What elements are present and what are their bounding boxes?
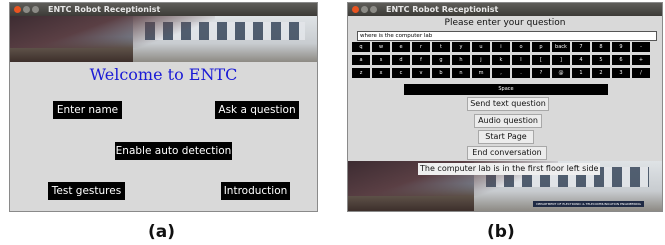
keyboard-key[interactable]: g [432, 55, 450, 65]
introduction-button[interactable]: Introduction [221, 182, 290, 200]
minimize-window-button[interactable] [23, 6, 30, 13]
caption-b: (b) [487, 222, 515, 242]
welcome-heading: Welcome to ENTC [89, 65, 238, 84]
keyboard-key[interactable]: 9 [612, 42, 630, 52]
question-input[interactable]: where is the computer lab [357, 31, 657, 41]
enter-name-button[interactable]: Enter name [53, 101, 122, 119]
keyboard-key[interactable]: r [412, 42, 430, 52]
keyboard-key[interactable]: d [392, 55, 410, 65]
enable-auto-detection-button[interactable]: Enable auto detection [115, 142, 232, 160]
keyboard-key[interactable]: l [512, 55, 530, 65]
maximize-window-button[interactable] [370, 6, 377, 13]
audio-question-button[interactable]: Audio question [474, 114, 542, 128]
end-conversation-button[interactable]: End conversation [467, 146, 547, 160]
close-window-button[interactable] [14, 6, 21, 13]
window-b: ENTC Robot Receptionist Please enter you… [347, 2, 663, 212]
maximize-window-button[interactable] [32, 6, 39, 13]
on-screen-keyboard: q w e r t y u i o p back 7 8 9- a s d f g h j k l[] 4 5 6 + z x c v b n m… [352, 42, 660, 81]
keyboard-key[interactable]: ? [532, 68, 550, 78]
keyboard-row: q w e r t y u i o p back 7 8 9- [352, 42, 660, 52]
keyboard-key[interactable]: h [452, 55, 470, 65]
keyboard-key[interactable]: + [632, 55, 650, 65]
keyboard-key[interactable]: z [352, 68, 370, 78]
keyboard-key[interactable]: i [492, 42, 510, 52]
keyboard-key[interactable]: f [412, 55, 430, 65]
test-gestures-button[interactable]: Test gestures [48, 182, 125, 200]
ask-question-button[interactable]: Ask a question [215, 101, 299, 119]
keyboard-key[interactable]: y [452, 42, 470, 52]
department-sign: DEPARTMENT OF ELECTRONIC & TELECOMMUNICA… [533, 201, 644, 207]
keyboard-key[interactable]: [ [532, 55, 550, 65]
keyboard-key[interactable]: 6 [612, 55, 630, 65]
keyboard-key[interactable]: 5 [592, 55, 610, 65]
keyboard-key[interactable]: v [412, 68, 430, 78]
keyboard-key[interactable]: j [472, 55, 490, 65]
keyboard-key[interactable]: e [392, 42, 410, 52]
building-banner-image [10, 16, 317, 62]
answer-text: The computer lab is in the first floor l… [418, 163, 601, 175]
minimize-window-button[interactable] [361, 6, 368, 13]
send-text-question-button[interactable]: Send text question [467, 97, 549, 111]
keyboard-row: a s d f g h j k l[] 4 5 6 + [352, 55, 660, 65]
caption-a: (a) [148, 222, 176, 242]
keyboard-key[interactable]: . [512, 68, 530, 78]
keyboard-key[interactable]: m [472, 68, 490, 78]
keyboard-key[interactable]: 1 [572, 68, 590, 78]
keyboard-key[interactable]: 4 [572, 55, 590, 65]
title-bar: ENTC Robot Receptionist [10, 3, 317, 16]
keyboard-key[interactable]: t [432, 42, 450, 52]
keyboard-key[interactable]: c [392, 68, 410, 78]
keyboard-key[interactable]: ] [552, 55, 570, 65]
window-a: ENTC Robot Receptionist Welcome to ENTC … [9, 2, 318, 212]
keyboard-key[interactable]: x [372, 68, 390, 78]
keyboard-key[interactable]: k [492, 55, 510, 65]
title-bar: ENTC Robot Receptionist [348, 3, 662, 16]
start-page-button[interactable]: Start Page [478, 130, 534, 144]
keyboard-key[interactable]: 3 [612, 68, 630, 78]
keyboard-key[interactable]: w [372, 42, 390, 52]
keyboard-key[interactable]: / [632, 68, 650, 78]
keyboard-key[interactable]: - [632, 42, 650, 52]
window-title: ENTC Robot Receptionist [386, 5, 499, 14]
keyboard-key[interactable]: q [352, 42, 370, 52]
keyboard-key[interactable]: 2 [592, 68, 610, 78]
keyboard-key[interactable]: 8 [592, 42, 610, 52]
keyboard-key[interactable]: p [532, 42, 550, 52]
keyboard-row: z x c v b n m,.? @1 2 3/ [352, 68, 660, 78]
keyboard-key[interactable]: a [352, 55, 370, 65]
keyboard-key[interactable]: @ [552, 68, 570, 78]
keyboard-key[interactable]: n [452, 68, 470, 78]
keyboard-key[interactable]: back [552, 42, 570, 52]
question-prompt: Please enter your question [444, 18, 566, 28]
keyboard-key[interactable]: 7 [572, 42, 590, 52]
keyboard-key[interactable]: u [472, 42, 490, 52]
window-title: ENTC Robot Receptionist [48, 5, 161, 14]
keyboard-key[interactable]: o [512, 42, 530, 52]
keyboard-key[interactable]: b [432, 68, 450, 78]
keyboard-key[interactable]: s [372, 55, 390, 65]
space-key[interactable]: Space [404, 84, 608, 95]
keyboard-key[interactable]: , [492, 68, 510, 78]
close-window-button[interactable] [352, 6, 359, 13]
